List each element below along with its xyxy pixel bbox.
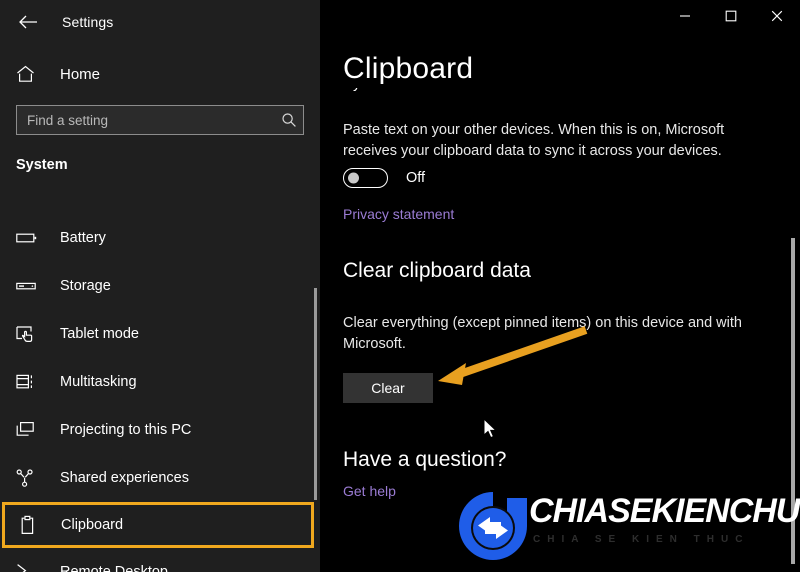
sidebar-item-clipboard[interactable]: Clipboard <box>2 502 314 548</box>
clear-section-description: Clear everything (except pinned items) o… <box>343 315 742 352</box>
search-box[interactable] <box>16 105 304 135</box>
main-content: Clipboard Sync across devices Paste text… <box>320 0 800 572</box>
mouse-cursor <box>483 418 497 439</box>
clear-button[interactable]: Clear <box>343 373 433 403</box>
multitasking-icon <box>16 370 42 394</box>
watermark-text: CHIASEKIENCHUC <box>529 492 800 530</box>
page-title: Clipboard <box>343 52 474 85</box>
battery-icon <box>16 226 42 250</box>
sync-toggle-row: Off <box>343 168 425 188</box>
settings-window: Settings Home System <box>0 0 800 572</box>
sidebar-item-label: Tablet mode <box>60 326 139 342</box>
sidebar-item-label: Remote Desktop <box>60 564 168 572</box>
home-icon <box>16 63 42 85</box>
clipboard-icon <box>19 513 45 537</box>
minimize-button[interactable] <box>662 0 708 32</box>
sidebar-item-multitasking[interactable]: Multitasking <box>0 358 320 406</box>
window-controls <box>662 0 800 32</box>
sidebar-item-label: Multitasking <box>60 374 137 390</box>
sync-description: Paste text on your other devices. When t… <box>343 122 725 159</box>
projecting-icon <box>16 418 42 442</box>
watermark-subtitle: CHIA SE KIEN THUC <box>533 534 750 545</box>
help-section-heading: Have a question? <box>343 448 507 471</box>
sidebar-item-label-home: Home <box>60 65 101 83</box>
main-scrollbar[interactable] <box>791 238 795 564</box>
sidebar-item-battery[interactable]: Battery <box>0 214 320 262</box>
close-button[interactable] <box>754 0 800 32</box>
sidebar: Settings Home System <box>0 0 320 572</box>
sidebar-item-label: Projecting to this PC <box>60 422 192 438</box>
sidebar-item-tablet-mode[interactable]: Tablet mode <box>0 310 320 358</box>
toggle-state-label: Off <box>406 170 426 186</box>
sidebar-nav-list: Battery Storage Tablet mode Multitasking… <box>0 214 320 572</box>
clipped-scrolled-text: Sync across devices <box>343 88 583 102</box>
search-input[interactable] <box>17 112 275 128</box>
window-title: Settings <box>62 14 114 30</box>
sidebar-item-label: Battery <box>60 230 106 246</box>
get-help-link[interactable]: Get help <box>343 483 396 499</box>
sidebar-titlebar: Settings <box>0 0 320 44</box>
sidebar-item-label: Clipboard <box>61 517 124 533</box>
toggle-knob <box>348 172 359 184</box>
sidebar-scrollbar[interactable] <box>314 288 317 500</box>
clear-section-heading: Clear clipboard data <box>343 259 531 282</box>
tablet-mode-icon <box>16 322 42 346</box>
storage-icon <box>16 274 42 298</box>
watermark: CHIASEKIENCHUC CHIA SE KIEN THUC <box>445 484 800 572</box>
sidebar-item-label: Storage <box>60 278 111 294</box>
privacy-statement-link[interactable]: Privacy statement <box>343 206 454 222</box>
maximize-button[interactable] <box>708 0 754 32</box>
sidebar-section-heading: System <box>16 157 68 173</box>
search-icon[interactable] <box>275 106 303 134</box>
sidebar-item-label: Shared experiences <box>60 470 189 486</box>
sidebar-item-home[interactable]: Home <box>0 58 320 90</box>
sidebar-item-projecting-to-this-pc[interactable]: Projecting to this PC <box>0 406 320 454</box>
sidebar-item-storage[interactable]: Storage <box>0 262 320 310</box>
back-arrow-icon[interactable] <box>6 6 50 38</box>
sync-toggle[interactable] <box>343 168 388 188</box>
remote-desktop-icon <box>16 560 42 572</box>
sidebar-item-remote-desktop[interactable]: Remote Desktop <box>0 548 320 572</box>
watermark-logo-icon <box>459 492 527 560</box>
shared-experiences-icon <box>16 466 42 490</box>
sidebar-item-shared-experiences[interactable]: Shared experiences <box>0 454 320 502</box>
